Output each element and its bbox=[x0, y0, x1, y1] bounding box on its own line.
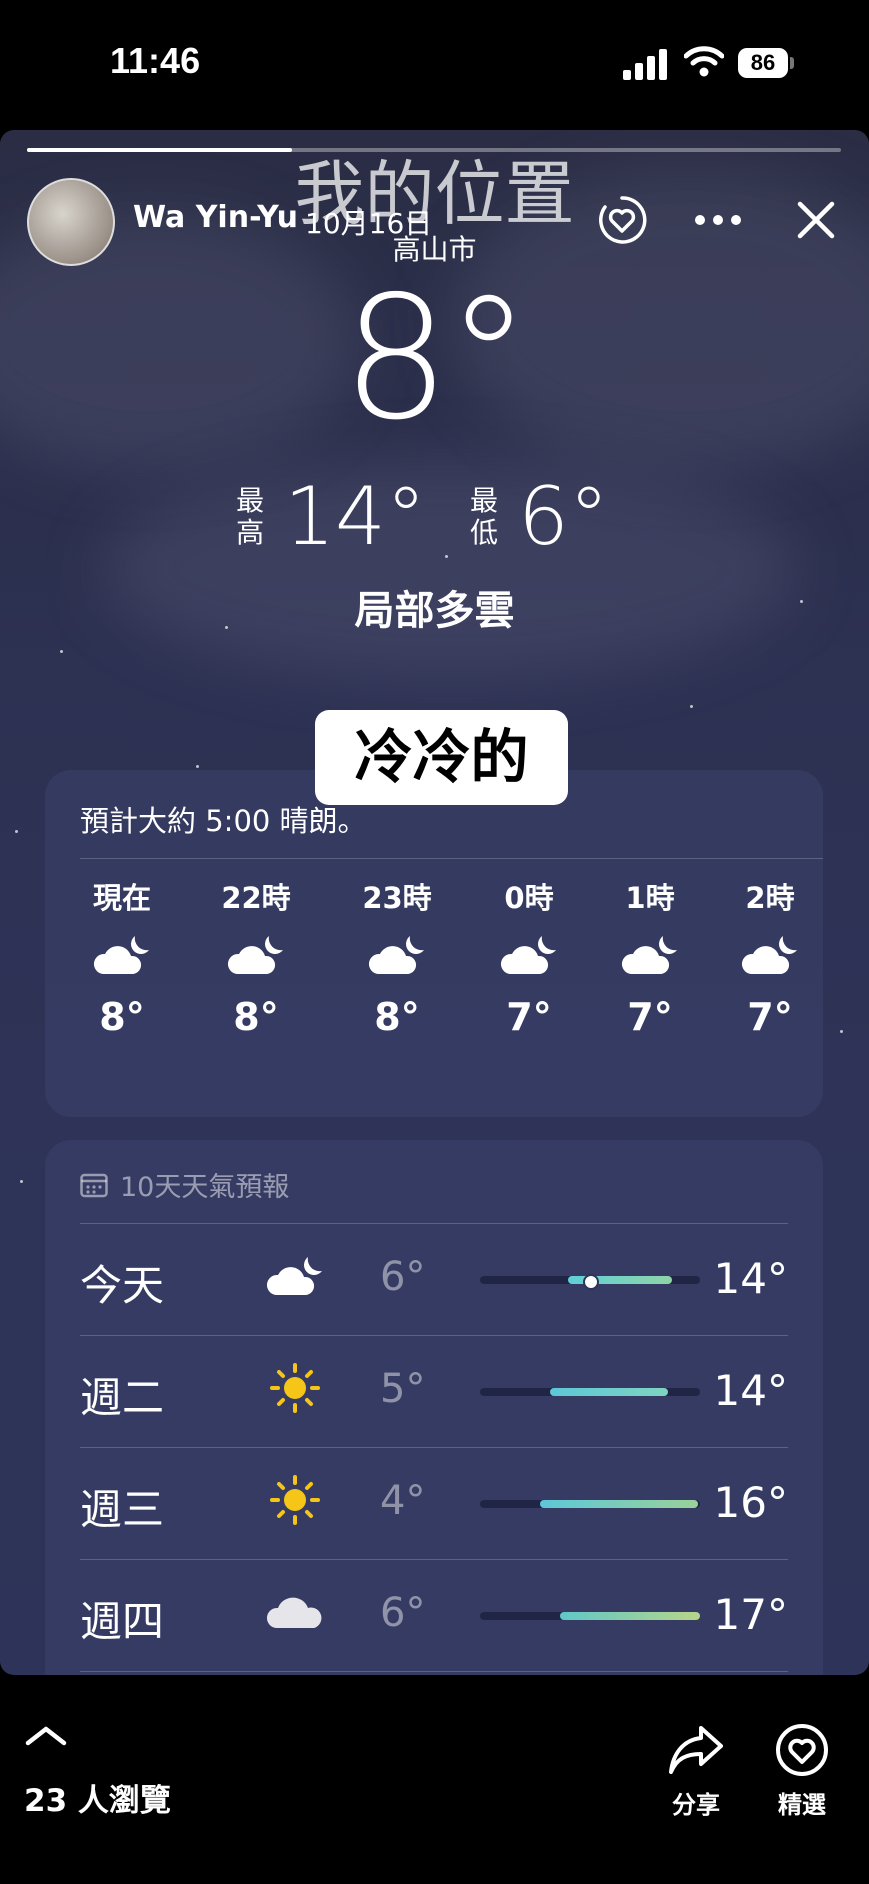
chevron-up-icon[interactable] bbox=[24, 1725, 68, 1747]
temp-range-bar bbox=[480, 1388, 700, 1396]
weather-condition: 局部多雲 bbox=[354, 588, 515, 634]
battery-tip bbox=[790, 57, 794, 69]
hour-item: 2時 7° bbox=[710, 875, 830, 1039]
hour-item: 現在 8° bbox=[62, 875, 182, 1039]
share-label: 分享 bbox=[672, 1791, 720, 1819]
calendar-icon bbox=[80, 1173, 108, 1197]
share-icon bbox=[646, 1715, 746, 1785]
cloud-moon-icon bbox=[469, 915, 589, 995]
hour-item: 0時 7° bbox=[469, 875, 589, 1039]
highlight-heart-icon bbox=[752, 1715, 852, 1785]
hour-item: 22時 8° bbox=[196, 875, 316, 1039]
hour-temp: 8° bbox=[99, 995, 145, 1039]
sun-icon bbox=[260, 1470, 330, 1530]
low-label: 最低 bbox=[469, 483, 498, 549]
temp-range-bar bbox=[480, 1612, 700, 1620]
highlight-button[interactable]: 精選 bbox=[752, 1715, 852, 1820]
cloud-moon-icon bbox=[710, 915, 830, 995]
forecast-row: 週四 6° 17° bbox=[80, 1560, 788, 1670]
temp-range-bar bbox=[480, 1274, 700, 1290]
current-temperature: 8° bbox=[341, 260, 531, 458]
forecast-row-today: 今天 6° 14° bbox=[80, 1224, 788, 1334]
cloud-moon-icon bbox=[337, 915, 457, 995]
sun-icon bbox=[260, 1358, 330, 1418]
high-temp: 14° bbox=[284, 470, 426, 563]
battery-indicator: 86 bbox=[738, 48, 788, 78]
story-bottom-bar: 23 人瀏覽 分享 精選 bbox=[0, 1675, 869, 1884]
day-low: 6° bbox=[380, 1590, 426, 1636]
high-label: 最高 bbox=[236, 483, 265, 549]
hour-temp: 7° bbox=[747, 995, 793, 1039]
forecast-row: 週二 5° 14° bbox=[80, 1336, 788, 1446]
hour-label: 22時 bbox=[221, 881, 291, 915]
temp-range-bar bbox=[480, 1500, 700, 1508]
wifi-icon bbox=[684, 46, 724, 77]
hourly-forecast-panel: 預計大約 5:00 晴朗。 現在 8° 22時 8° 23時 8° 0時 7° bbox=[45, 770, 823, 1117]
day-low: 4° bbox=[380, 1478, 426, 1524]
highlight-label: 精選 bbox=[778, 1791, 826, 1819]
hour-item: 23時 8° bbox=[337, 875, 457, 1039]
status-bar: 11:46 86 bbox=[0, 0, 869, 130]
cloud-moon-icon bbox=[62, 915, 182, 995]
day-name: 週四 bbox=[80, 1597, 165, 1646]
hour-label: 現在 bbox=[92, 881, 151, 915]
hour-label: 0時 bbox=[504, 881, 554, 915]
hour-label: 23時 bbox=[362, 881, 432, 915]
day-high: 16° bbox=[713, 1478, 788, 1527]
hour-temp: 8° bbox=[233, 995, 279, 1039]
day-low: 6° bbox=[380, 1254, 426, 1300]
ten-day-forecast-panel: 10天天氣預報 今天 6° 14° 週二 5° 14° 週三 4° 16° 週四… bbox=[45, 1140, 823, 1675]
day-high: 14° bbox=[713, 1254, 788, 1303]
forecast-title: 10天天氣預報 bbox=[80, 1165, 289, 1204]
day-name: 週三 bbox=[80, 1485, 165, 1534]
high-low-temps: 最高 14° 最低 6° bbox=[0, 470, 869, 563]
status-time: 11:46 bbox=[110, 40, 201, 81]
day-low: 5° bbox=[380, 1366, 426, 1412]
hour-temp: 7° bbox=[506, 995, 552, 1039]
hour-temp: 7° bbox=[627, 995, 673, 1039]
cellular-signal-icon bbox=[623, 46, 667, 80]
day-name: 今天 bbox=[80, 1261, 165, 1310]
hour-temp: 8° bbox=[374, 995, 420, 1039]
text-sticker[interactable]: 冷冷的 bbox=[315, 710, 568, 805]
hour-label: 2時 bbox=[745, 881, 795, 915]
day-high: 17° bbox=[713, 1590, 788, 1639]
day-high: 14° bbox=[713, 1366, 788, 1415]
forecast-row: 週三 4° 16° bbox=[80, 1448, 788, 1558]
cloud-icon bbox=[260, 1582, 330, 1642]
hour-item: 1時 7° bbox=[590, 875, 710, 1039]
viewer-count[interactable]: 23 人瀏覽 bbox=[24, 1775, 171, 1820]
day-name: 週二 bbox=[80, 1373, 165, 1422]
forecast-summary: 預計大約 5:00 晴朗。 bbox=[80, 804, 367, 838]
cloud-moon-icon bbox=[590, 915, 710, 995]
forecast-title-text: 10天天氣預報 bbox=[120, 1172, 290, 1203]
cloud-moon-icon bbox=[196, 915, 316, 995]
story-view[interactable]: 我的位置 Wa Yin-Yu 10月16日 高山市 8° 最高 14° 最低 6… bbox=[0, 130, 869, 1675]
hourly-list: 現在 8° 22時 8° 23時 8° 0時 7° 1時 7° 2時 7° bbox=[45, 875, 823, 1075]
low-temp: 6° bbox=[517, 470, 609, 563]
hour-label: 1時 bbox=[625, 881, 675, 915]
cloud-moon-icon bbox=[260, 1246, 330, 1306]
share-button[interactable]: 分享 bbox=[646, 1715, 746, 1820]
